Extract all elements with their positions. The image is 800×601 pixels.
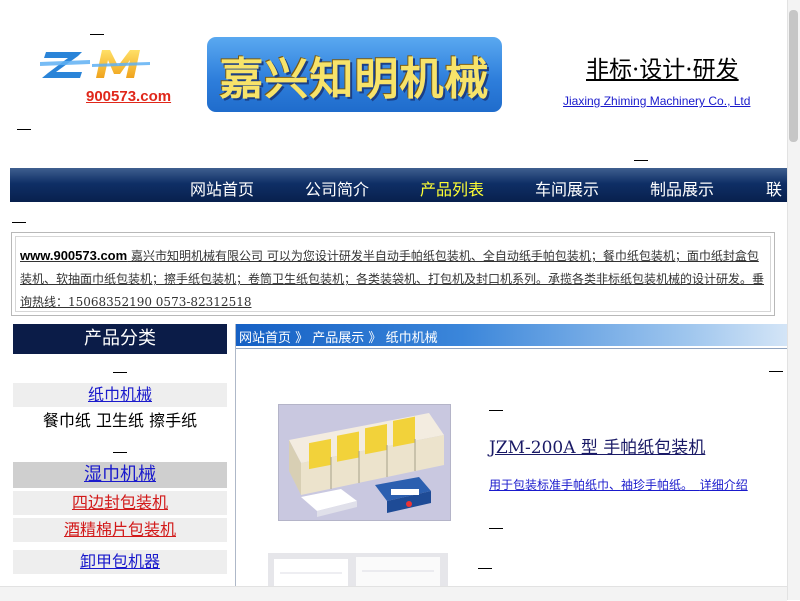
breadcrumb: 网站首页 》 产品展示 》 纸巾机械 [239,327,438,346]
nav-home[interactable]: 网站首页 [190,176,254,200]
zm-logo[interactable] [40,44,152,84]
sidebar-subitems-label: 餐巾纸 卫生纸 擦手纸 [42,411,198,430]
sidebar-item-label[interactable]: 纸巾机械 [88,385,152,404]
nav-about[interactable]: 公司简介 [305,176,369,200]
category-header: 产品分类 [13,324,227,354]
intro-site[interactable]: www.900573.com [20,248,127,263]
breadcrumb-divider [236,348,800,349]
nav-workshop[interactable]: 车间展示 [535,176,599,200]
breadcrumb-section[interactable]: 产品展示 [308,331,364,346]
product-description: 用于包装标准手帕纸巾、袖珍手帕纸。 详细介绍 [489,476,748,493]
sidebar-item-wet-wipes[interactable]: 湿巾机械 [13,462,227,488]
spacer-dash [90,34,104,35]
breadcrumb-separator: 》 [364,331,382,346]
company-english-name-link[interactable]: Jiaxing Zhiming Machinery Co., Ltd [563,94,750,108]
spacer-dash [113,372,127,373]
sidebar-item-label[interactable]: 四边封包装机 [72,493,168,512]
sidebar-item-label[interactable]: 卸甲包机器 [80,552,160,571]
domain-link[interactable]: 900573.com [86,88,171,105]
intro-text[interactable]: www.900573.com 嘉兴市知明机械有限公司 可以为您设计研发半自动手帕… [20,244,765,314]
breadcrumb-current: 纸巾机械 [381,331,438,346]
nav-products[interactable]: 产品列表 [420,176,484,200]
product-image-tissue-packs[interactable] [278,404,451,521]
intro-box: www.900573.com 嘉兴市知明机械有限公司 可以为您设计研发半自动手帕… [11,232,775,316]
slogan-link[interactable]: 非标·设计·研发 [586,50,739,84]
company-banner: 嘉兴知明机械 [207,37,502,112]
scrollbar-thumb[interactable] [789,10,798,142]
sidebar-subitems: 餐巾纸 卫生纸 擦手纸 [13,409,227,433]
horizontal-scrollbar[interactable] [0,586,787,601]
intro-inner: www.900573.com 嘉兴市知明机械有限公司 可以为您设计研发半自动手帕… [15,236,771,312]
product-title-link[interactable]: JZM-200A 型 手帕纸包装机 [489,433,705,458]
banner-title: 嘉兴知明机械 [219,53,490,105]
sidebar-item-four-side-seal[interactable]: 四边封包装机 [13,491,227,515]
main-nav: 网站首页 公司简介 产品列表 车间展示 制品展示 联 [10,168,800,202]
sidebar-item-alcohol-pad[interactable]: 酒精棉片包装机 [13,518,227,542]
sidebar-item-tissue-machinery[interactable]: 纸巾机械 [13,383,227,407]
product-description-link[interactable]: 用于包装标准手帕纸巾、袖珍手帕纸。 [489,478,693,492]
sidebar-item-label[interactable]: 酒精棉片包装机 [64,520,176,539]
sidebar-item-nail-wrap[interactable]: 卸甲包机器 [13,550,227,574]
breadcrumb-home[interactable]: 网站首页 [239,331,291,346]
breadcrumb-separator: 》 [291,331,309,346]
spacer-dash [12,222,26,223]
breadcrumb-bar: 网站首页 》 产品展示 》 纸巾机械 [236,324,800,346]
intro-description: 嘉兴市知明机械有限公司 可以为您设计研发半自动手帕纸包装机、全自动纸手帕包装机；… [20,249,765,309]
spacer-dash [113,452,127,453]
sidebar-item-label[interactable]: 湿巾机械 [84,464,156,485]
product-details-link[interactable]: 详细介绍 [700,478,748,492]
nav-showcase[interactable]: 制品展示 [650,176,714,200]
spacer-dash [17,129,31,130]
nav-contact[interactable]: 联 [766,176,782,200]
spacer-dash [634,160,648,161]
